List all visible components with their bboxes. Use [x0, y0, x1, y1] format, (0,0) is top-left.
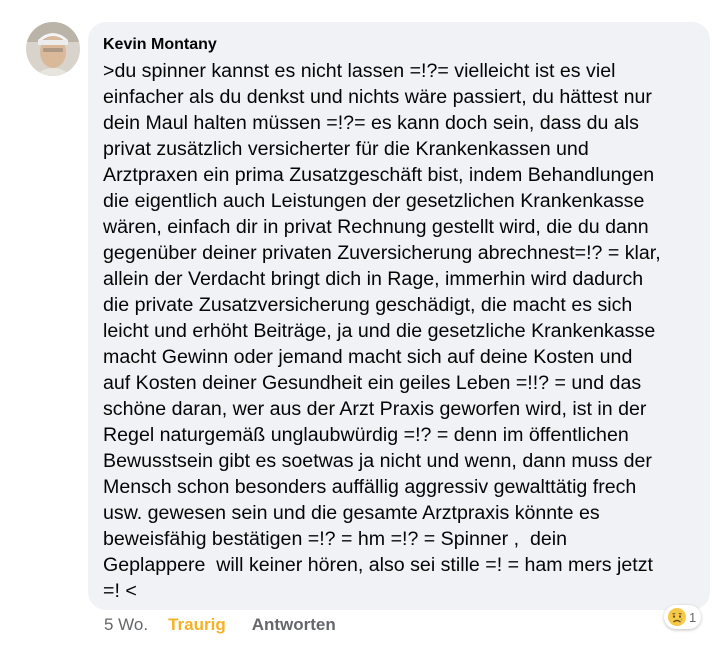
reaction-count: 1	[689, 609, 697, 625]
sad-reaction-icon	[668, 608, 686, 626]
comment-actions: 5 Wo. Traurig Antworten	[104, 614, 336, 636]
timestamp[interactable]: 5 Wo.	[104, 615, 148, 635]
reaction-summary[interactable]: 1	[664, 605, 702, 629]
react-button[interactable]: Traurig	[168, 615, 226, 635]
avatar[interactable]	[26, 22, 80, 76]
reply-button[interactable]: Antworten	[252, 615, 336, 635]
comment-author[interactable]: Kevin Montany	[103, 35, 696, 55]
comment-text: >du spinner kannst es nicht lassen =!?= …	[103, 60, 661, 602]
comment-bubble: Kevin Montany >du spinner kannst es nich…	[88, 22, 710, 610]
profile-photo	[26, 22, 80, 76]
